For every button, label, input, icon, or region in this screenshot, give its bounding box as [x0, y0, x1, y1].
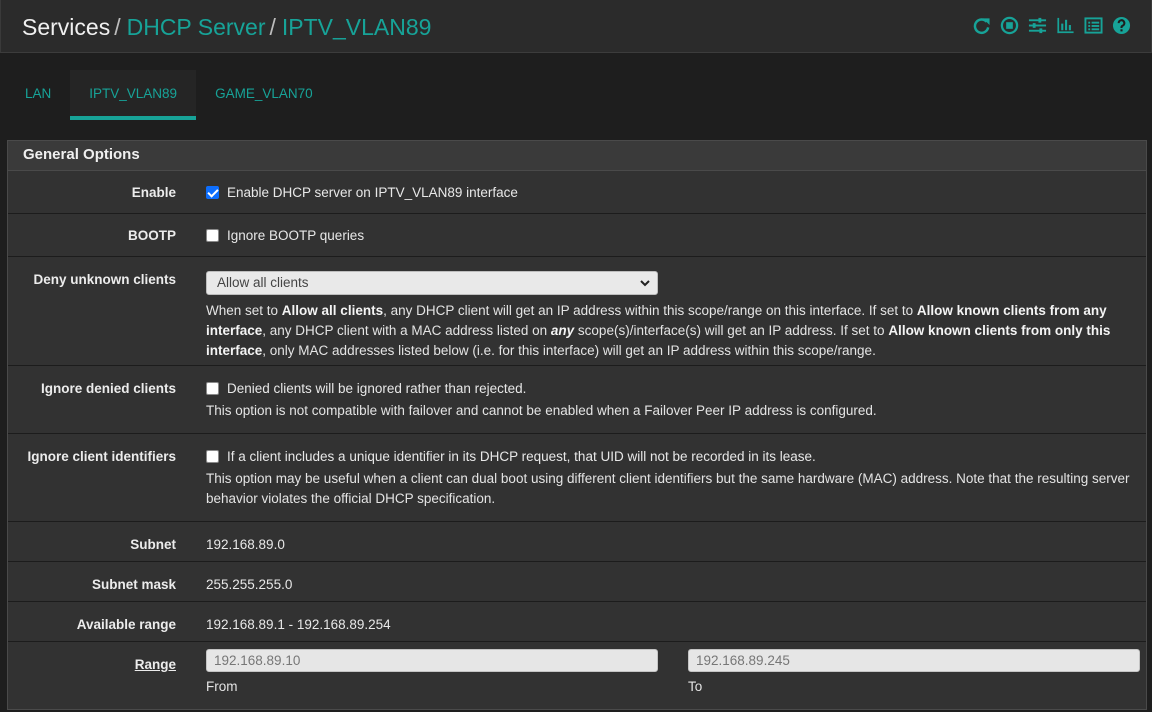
enable-row: Enable Enable DHCP server on IPTV_VLAN89…: [8, 171, 1146, 214]
subnet-mask-row: Subnet mask 255.255.255.0: [8, 562, 1146, 602]
deny-unknown-help: When set to Allow all clients, any DHCP …: [206, 301, 1138, 361]
ignore-identifiers-checkbox-text: If a client includes a unique identifier…: [227, 449, 816, 464]
subnet-mask-label: Subnet mask: [91, 577, 176, 592]
ignore-denied-checkbox[interactable]: [206, 382, 219, 395]
help-text: , any DHCP client will get an IP address…: [383, 303, 917, 318]
tab-iptv-vlan89[interactable]: IPTV_VLAN89: [70, 70, 197, 120]
page-header: Services / DHCP Server / IPTV_VLAN89: [0, 0, 1152, 53]
help-italic: any: [550, 323, 575, 338]
reload-icon[interactable]: [972, 16, 991, 35]
sliders-icon[interactable]: [1028, 16, 1047, 35]
bar-chart-icon[interactable]: [1056, 16, 1075, 35]
help-text: , only MAC addresses listed below (i.e. …: [262, 343, 876, 358]
enable-checkbox-text: Enable DHCP server on IPTV_VLAN89 interf…: [227, 185, 518, 200]
ignore-denied-checkbox-text: Denied clients will be ignored rather th…: [227, 381, 527, 396]
ignore-denied-label: Ignore denied clients: [40, 381, 176, 396]
stop-icon[interactable]: [1000, 16, 1019, 35]
breadcrumb: Services / DHCP Server / IPTV_VLAN89: [22, 13, 431, 41]
tab-game-vlan70[interactable]: GAME_VLAN70: [196, 70, 332, 120]
range-row: Range 192.168.89.10 From 192.168.89.245 …: [8, 642, 1146, 712]
ignore-denied-help: This option is not compatible with failo…: [206, 403, 877, 418]
chevron-down-icon: [640, 280, 650, 287]
deny-unknown-select[interactable]: Allow all clients: [206, 271, 658, 295]
subnet-value: 192.168.89.0: [206, 537, 285, 552]
range-to-input[interactable]: 192.168.89.245: [688, 649, 1140, 672]
available-range-row: Available range 192.168.89.1 - 192.168.8…: [8, 602, 1146, 642]
help-text: , any DHCP client with a MAC address lis…: [262, 323, 551, 338]
ignore-identifiers-label: Ignore client identifiers: [27, 449, 176, 464]
breadcrumb-iptv-vlan89[interactable]: IPTV_VLAN89: [282, 14, 432, 40]
tab-lan[interactable]: LAN: [6, 70, 70, 120]
range-from-label: From: [206, 679, 238, 694]
subnet-row: Subnet 192.168.89.0: [8, 522, 1146, 562]
range-to-label: To: [688, 679, 703, 694]
available-range-label: Available range: [76, 617, 176, 632]
range-label[interactable]: Range: [8, 657, 176, 672]
help-text: scope(s)/interface(s) will get an IP add…: [574, 323, 889, 338]
help-icon[interactable]: [1112, 16, 1131, 35]
interface-tabs: LAN IPTV_VLAN89 GAME_VLAN70: [6, 70, 332, 120]
enable-label: Enable: [131, 185, 176, 200]
breadcrumb-dhcp-server[interactable]: DHCP Server: [127, 14, 266, 40]
deny-unknown-row: Deny unknown clients Allow all clients W…: [8, 257, 1146, 366]
range-from-input[interactable]: 192.168.89.10: [206, 649, 658, 672]
header-icon-bar: [972, 16, 1131, 35]
ignore-identifiers-help: This option may be useful when a client …: [206, 471, 1130, 506]
deny-unknown-selected-value: Allow all clients: [217, 275, 309, 290]
ignore-identifiers-row: Ignore client identifiers If a client in…: [8, 434, 1146, 522]
general-options-panel: General Options Enable Enable DHCP serve…: [7, 140, 1147, 710]
subnet-mask-value: 255.255.255.0: [206, 577, 293, 592]
available-range-value: 192.168.89.1 - 192.168.89.254: [206, 617, 391, 632]
panel-title: General Options: [8, 141, 1146, 171]
help-bold: Allow all clients: [281, 303, 384, 318]
bootp-label: BOOTP: [127, 228, 176, 243]
enable-checkbox[interactable]: [206, 186, 219, 199]
breadcrumb-separator: /: [114, 14, 121, 40]
ignore-denied-row: Ignore denied clients Denied clients wil…: [8, 366, 1146, 434]
bootp-checkbox[interactable]: [206, 229, 219, 242]
breadcrumb-separator: /: [269, 14, 276, 40]
subnet-label: Subnet: [130, 537, 176, 552]
breadcrumb-services: Services: [22, 14, 111, 40]
bootp-checkbox-text: Ignore BOOTP queries: [227, 228, 365, 243]
deny-unknown-label: Deny unknown clients: [33, 272, 176, 287]
list-icon[interactable]: [1084, 16, 1103, 35]
help-text: When set to: [206, 303, 282, 318]
bootp-row: BOOTP Ignore BOOTP queries: [8, 214, 1146, 257]
ignore-identifiers-checkbox[interactable]: [206, 450, 219, 463]
